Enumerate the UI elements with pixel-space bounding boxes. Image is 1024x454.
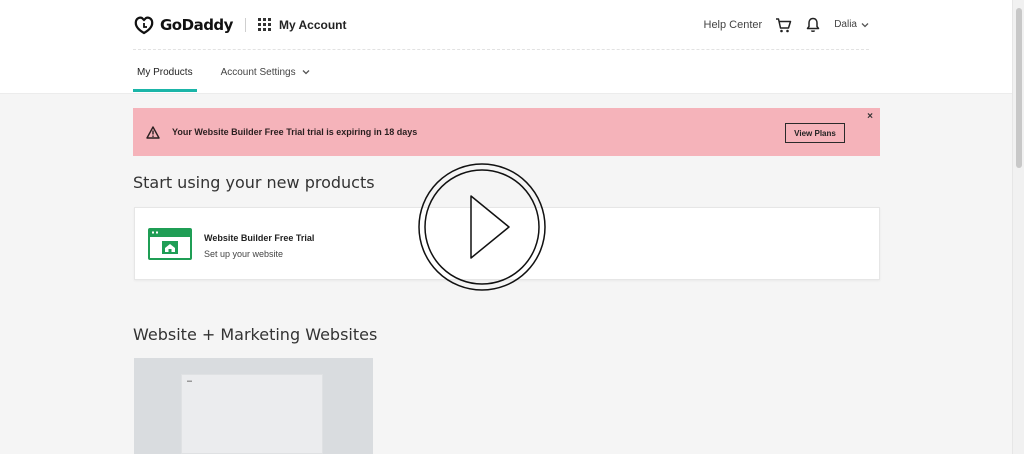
page-title: My Account	[278, 17, 347, 32]
thumbnail-placeholder-line: ▬	[187, 378, 192, 384]
tab-label: My Products	[137, 66, 193, 78]
apps-grid-icon[interactable]	[257, 18, 271, 31]
website-thumbnail-preview: ▬	[181, 374, 323, 454]
chevron-down-icon	[302, 70, 310, 75]
chevron-down-icon	[861, 22, 869, 27]
view-plans-button[interactable]: View Plans	[785, 123, 845, 143]
tab-my-products[interactable]: My Products	[133, 50, 197, 94]
header-separator	[244, 17, 246, 32]
sub-navigation-tabs: My Products Account Settings	[133, 50, 314, 94]
sub-navigation: My Products Account Settings	[0, 50, 1012, 94]
godaddy-logo-icon	[134, 16, 154, 34]
scrollbar-thumb[interactable]	[1016, 8, 1022, 168]
website-thumbnail[interactable]: ▬	[134, 358, 373, 454]
top-bar-inner: GoDaddy My Account Help Center Dalia	[133, 0, 869, 50]
website-builder-icon	[148, 228, 192, 260]
trial-expiry-alert: Your Website Builder Free Trial trial is…	[133, 108, 880, 156]
brand-name: GoDaddy	[160, 15, 233, 34]
page-scrollbar[interactable]	[1012, 0, 1024, 454]
user-menu[interactable]: Dalia	[834, 19, 869, 30]
tab-account-settings[interactable]: Account Settings	[217, 50, 314, 94]
close-icon[interactable]: ×	[867, 112, 873, 122]
top-bar: GoDaddy My Account Help Center Dalia	[0, 0, 1012, 50]
product-name: Website Builder Free Trial	[204, 233, 315, 243]
product-subtitle: Set up your website	[204, 249, 284, 259]
play-icon[interactable]	[414, 162, 550, 292]
brand-logo[interactable]: GoDaddy	[133, 15, 233, 35]
tab-label: Account Settings	[220, 66, 296, 78]
section-title-website-marketing: Website + Marketing Websites	[133, 325, 378, 344]
warning-icon	[146, 125, 160, 139]
notifications-button[interactable]	[804, 16, 822, 34]
cart-icon	[775, 17, 791, 32]
alert-message: Your Website Builder Free Trial trial is…	[172, 127, 418, 137]
help-center-link[interactable]: Help Center	[704, 19, 763, 31]
user-name: Dalia	[834, 19, 857, 30]
bell-icon	[806, 17, 820, 32]
cart-button[interactable]	[774, 16, 792, 34]
section-title-start-using: Start using your new products	[133, 173, 375, 192]
header-tools: Help Center Dalia	[704, 16, 870, 34]
